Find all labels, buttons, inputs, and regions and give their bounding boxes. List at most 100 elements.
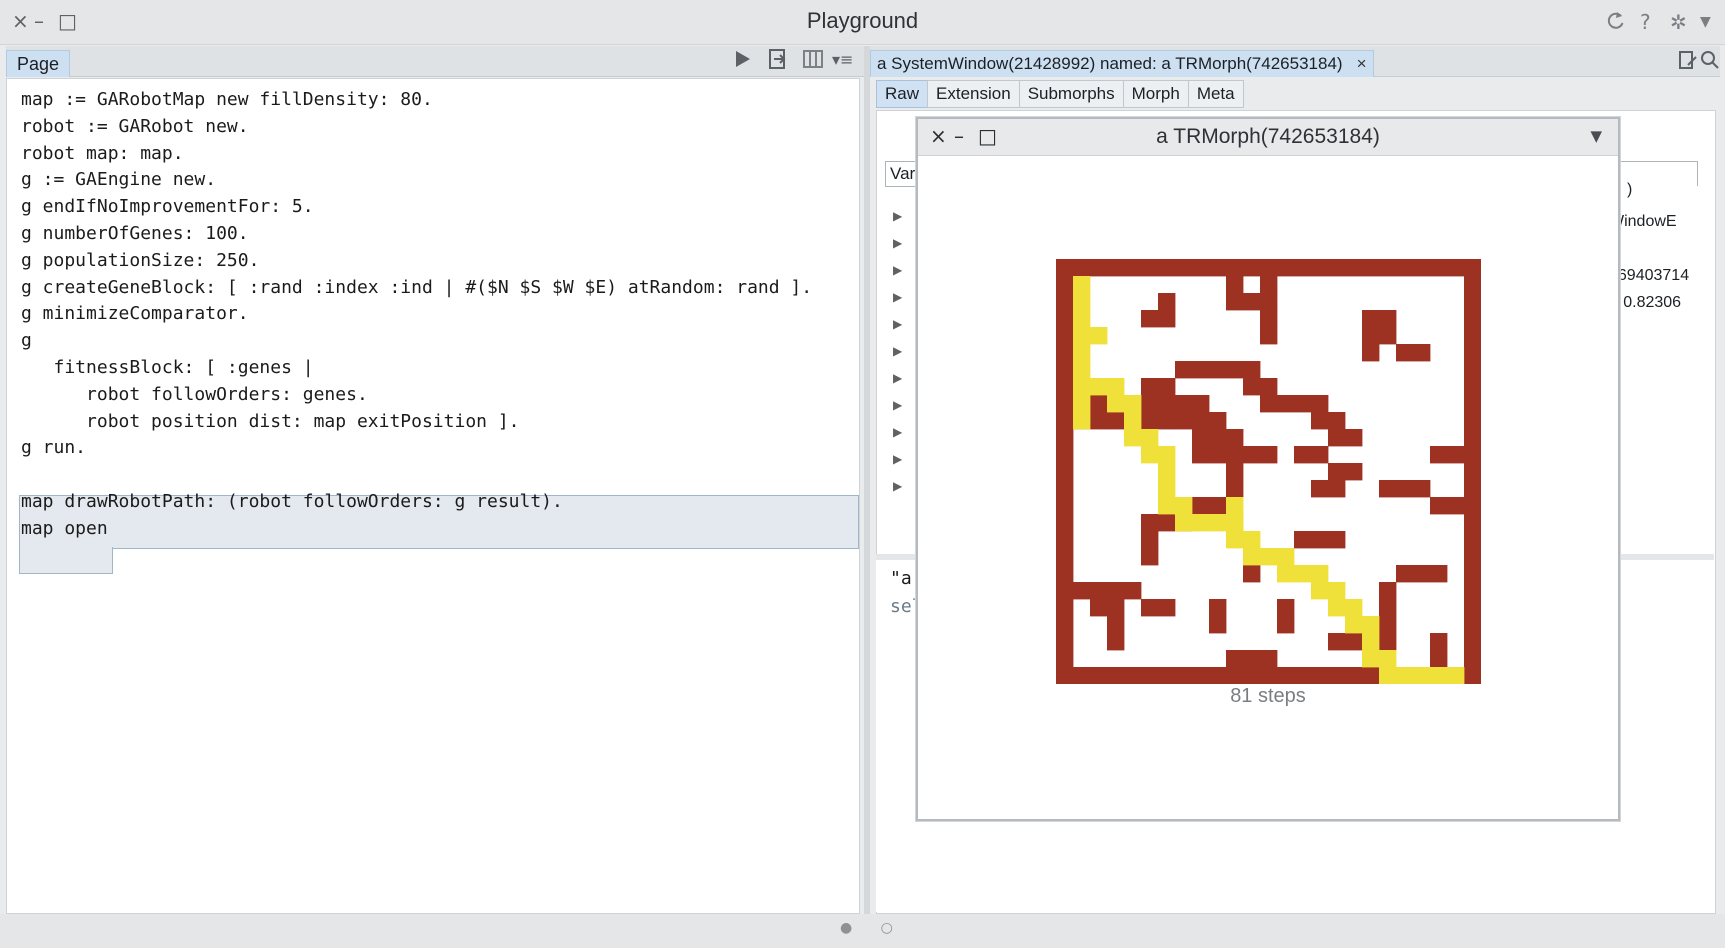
expand-triangle-icon[interactable]: ▶: [893, 290, 902, 304]
dropdown-icon[interactable]: ▼: [1700, 14, 1711, 30]
expand-triangle-icon[interactable]: ▶: [893, 452, 902, 466]
map-wall-cell: [1277, 616, 1295, 634]
robot-path-cell: [1362, 616, 1380, 634]
code-selection-tail: [19, 547, 113, 574]
run-icon[interactable]: [734, 48, 752, 75]
expand-triangle-icon[interactable]: ▶: [893, 479, 902, 493]
map-wall-cell: [1226, 259, 1244, 277]
code-line: g numberOfGenes: 100.: [21, 222, 249, 244]
trmorph-titlebar[interactable]: × – □ a TRMorph(742653184) ▼: [918, 119, 1618, 156]
map-wall-cell: [1311, 480, 1329, 498]
map-wall-cell: [1464, 463, 1481, 481]
variable-value: ): [1627, 181, 1633, 198]
expand-triangle-icon[interactable]: ▶: [893, 398, 902, 412]
map-wall-cell: [1260, 446, 1278, 464]
map-wall-cell: [1277, 395, 1295, 413]
subtab-submorphs[interactable]: Submorphs: [1018, 80, 1124, 108]
expand-triangle-icon[interactable]: ▶: [893, 263, 902, 277]
map-wall-cell: [1328, 463, 1346, 481]
map-wall-cell: [1056, 599, 1074, 617]
map-wall-cell: [1090, 667, 1108, 684]
map-wall-cell: [1260, 259, 1278, 277]
tab-inspector[interactable]: a SystemWindow(21428992) named: a TRMorp…: [870, 50, 1374, 77]
map-wall-cell: [1362, 327, 1380, 345]
map-wall-cell: [1362, 259, 1380, 277]
expand-triangle-icon[interactable]: ▶: [893, 371, 902, 385]
robot-path-cell: [1073, 310, 1091, 328]
code-line: g populationSize: 250.: [21, 249, 260, 271]
save-icon[interactable]: [768, 48, 788, 75]
map-wall-cell: [1362, 310, 1380, 328]
map-wall-cell: [1090, 259, 1108, 277]
subtab-morph[interactable]: Morph: [1122, 80, 1189, 108]
robot-path-cell: [1158, 497, 1176, 515]
search-icon[interactable]: [1700, 49, 1720, 76]
variable-value: 069403714: [1609, 267, 1690, 284]
expand-triangle-icon[interactable]: ▶: [893, 425, 902, 439]
map-wall-cell: [1073, 259, 1091, 277]
expand-triangle-icon[interactable]: ▶: [893, 209, 902, 223]
map-wall-cell: [1192, 429, 1210, 447]
expand-triangle-icon[interactable]: ▶: [893, 344, 902, 358]
tab-page[interactable]: Page: [6, 50, 71, 77]
map-wall-cell: [1056, 565, 1074, 583]
code-line: fitnessBlock: [ :genes |: [21, 356, 314, 378]
menu-icon[interactable]: ▾≡: [832, 50, 853, 69]
map-wall-cell: [1158, 259, 1176, 277]
map-wall-cell: [1379, 633, 1397, 651]
sync-icon[interactable]: [1604, 10, 1626, 37]
map-wall-cell: [1328, 633, 1346, 651]
map-wall-cell: [1413, 259, 1431, 277]
robot-path-cell: [1107, 378, 1125, 396]
map-wall-cell: [1345, 633, 1363, 651]
map-wall-cell: [1430, 633, 1448, 651]
map-wall-cell: [1056, 446, 1074, 464]
map-wall-cell: [1464, 429, 1481, 447]
trmorph-title: a TRMorph(742653184): [1156, 125, 1380, 148]
map-wall-cell: [1226, 667, 1244, 684]
map-wall-cell: [1396, 259, 1414, 277]
code-line: g: [21, 330, 32, 352]
steps-label: 81 steps: [1230, 685, 1306, 707]
code-line: g endIfNoImprovementFor: 5.: [21, 196, 314, 218]
settings-icon[interactable]: ✲: [1670, 10, 1687, 34]
tab-close-icon[interactable]: ×: [1357, 54, 1367, 73]
map-wall-cell: [1260, 378, 1278, 396]
trmorph-window[interactable]: × – □ a TRMorph(742653184) ▼ 81 steps: [916, 117, 1620, 821]
robot-path-cell: [1073, 293, 1091, 311]
map-wall-cell: [1464, 497, 1481, 515]
code-editor[interactable]: map := GARobotMap new fillDensity: 80. r…: [6, 78, 860, 914]
app-frame: × – □ Playground ? ✲ ▼ Page ▾≡ map:= GA…: [0, 0, 1725, 948]
subtab-meta[interactable]: Meta: [1187, 80, 1244, 108]
robot-path-cell: [1158, 463, 1176, 481]
map-wall-cell: [1379, 582, 1397, 600]
map-wall-cell: [1362, 667, 1380, 684]
robot-path-cell: [1379, 650, 1397, 668]
expand-triangle-icon[interactable]: ▶: [893, 317, 902, 331]
map-wall-cell: [1090, 599, 1108, 617]
map-wall-cell: [1056, 650, 1074, 668]
edit-icon[interactable]: [1678, 49, 1698, 76]
map-wall-cell: [1362, 344, 1380, 362]
map-wall-cell: [1192, 259, 1210, 277]
subtab-extension[interactable]: Extension: [927, 80, 1020, 108]
help-icon[interactable]: ?: [1640, 10, 1651, 34]
map-wall-cell: [1430, 497, 1448, 515]
subtab-raw[interactable]: Raw: [876, 80, 929, 108]
map-wall-cell: [1124, 259, 1142, 277]
layout-icon[interactable]: [802, 48, 824, 75]
map-wall-cell: [1260, 327, 1278, 345]
code-line: g := GAEngine new.: [21, 169, 217, 191]
map-wall-cell: [1209, 497, 1227, 515]
map-wall-cell: [1328, 480, 1346, 498]
robot-path-cell: [1311, 565, 1329, 583]
map-wall-cell: [1090, 412, 1108, 430]
window-menu-icon[interactable]: ▼: [1590, 127, 1602, 145]
map-wall-cell: [1107, 633, 1125, 651]
map-wall-cell: [1192, 497, 1210, 515]
map-wall-cell: [1056, 429, 1074, 447]
robot-path-cell: [1141, 446, 1159, 464]
expand-triangle-icon[interactable]: ▶: [893, 236, 902, 250]
robot-path-cell: [1243, 548, 1261, 566]
map-wall-cell: [1294, 667, 1312, 684]
